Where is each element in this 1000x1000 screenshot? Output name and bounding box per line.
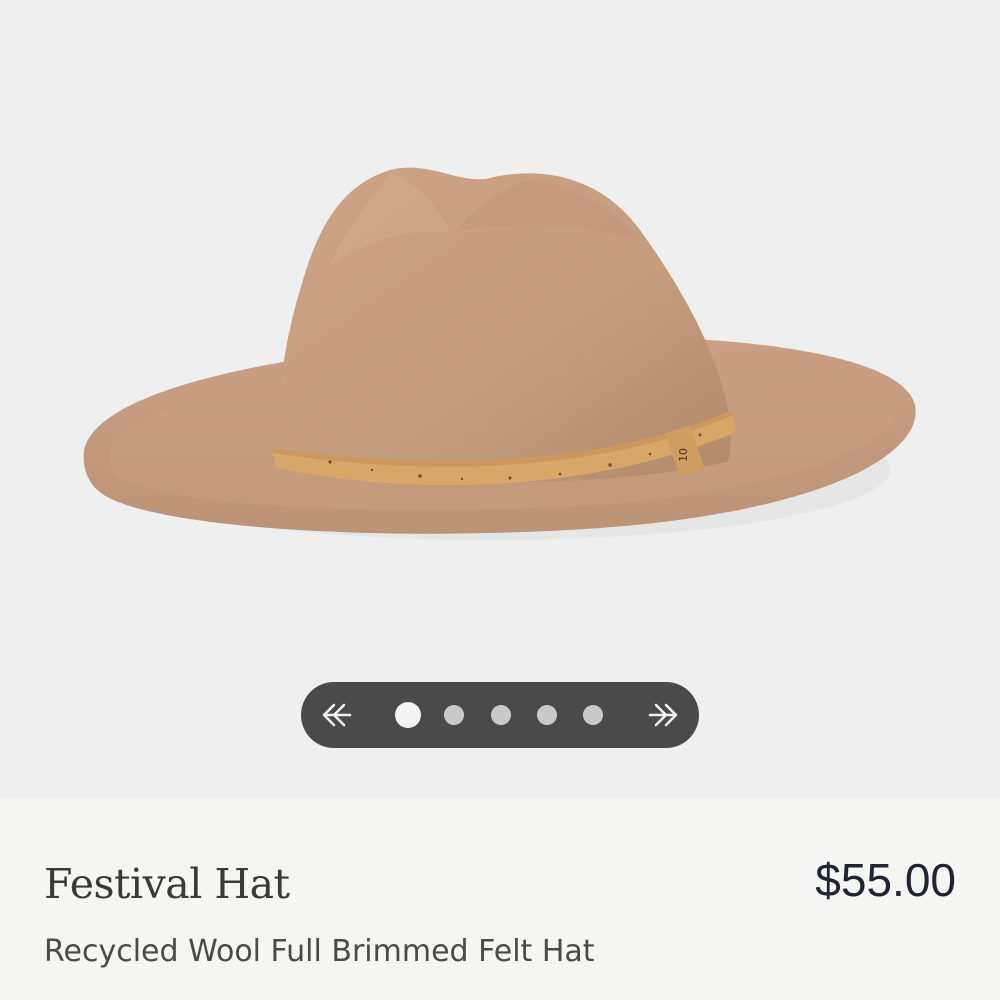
carousel-dot-5[interactable] [583, 705, 603, 725]
product-subtitle: Recycled Wool Full Brimmed Felt Hat [44, 934, 595, 969]
carousel-dot-4[interactable] [537, 705, 557, 725]
carousel-nav [301, 682, 699, 748]
band-logo-text: 10 [677, 448, 690, 462]
carousel-dot-1[interactable] [395, 702, 421, 728]
product-info: Festival Hat $55.00 Recycled Wool Full B… [0, 798, 1000, 1000]
felt-hat-image: 10 [83, 167, 916, 540]
product-image-area[interactable]: 10 [0, 0, 1000, 798]
product-card[interactable]: 10 Festival Hat $55.00 Recycled Wool Ful… [0, 0, 1000, 1000]
product-price: $55.00 [815, 854, 956, 906]
double-arrow-right-icon[interactable] [646, 695, 686, 735]
carousel-dot-3[interactable] [491, 705, 511, 725]
carousel-dot-2[interactable] [444, 705, 464, 725]
product-name[interactable]: Festival Hat [44, 860, 290, 908]
double-arrow-left-icon[interactable] [314, 695, 354, 735]
